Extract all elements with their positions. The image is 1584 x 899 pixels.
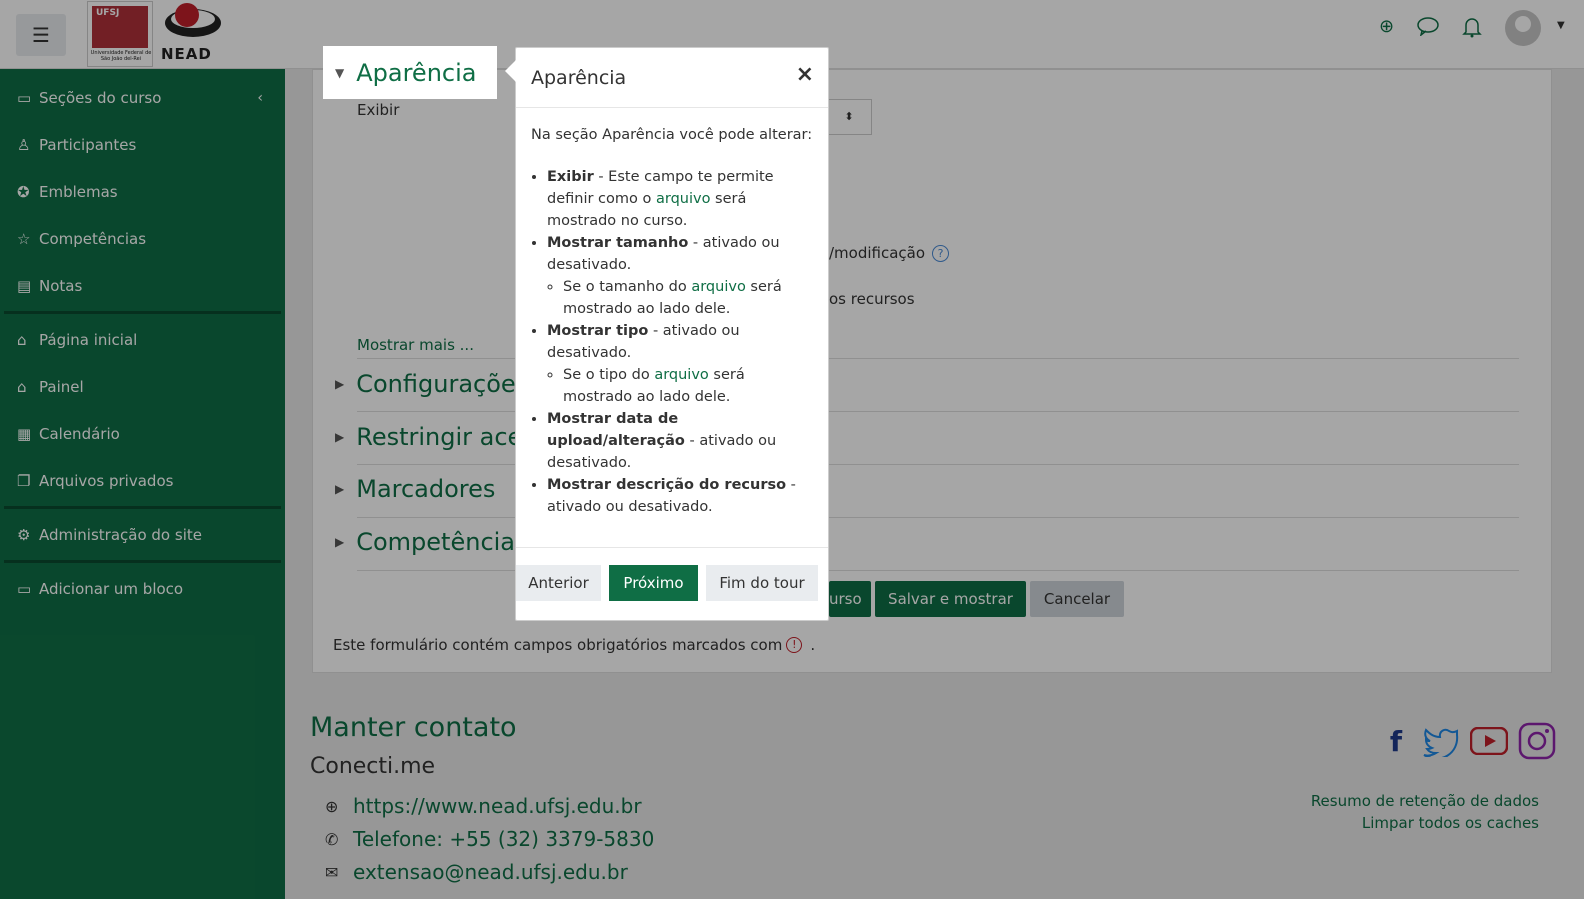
tour-popover: Aparência × Na seção Aparência você pode… bbox=[505, 47, 829, 621]
tour-next-button[interactable]: Próximo bbox=[609, 565, 698, 601]
arquivo-link[interactable]: arquivo bbox=[656, 191, 710, 207]
tour-list: Exibir - Este campo te permite definir c… bbox=[547, 166, 813, 518]
item-bold: Mostrar tipo bbox=[547, 323, 649, 339]
list-item: Exibir - Este campo te permite definir c… bbox=[547, 166, 813, 232]
list-item: Mostrar tamanho - ativado ou desativado.… bbox=[547, 232, 813, 320]
close-icon[interactable]: × bbox=[796, 62, 814, 87]
tour-intro: Na seção Aparência você pode alterar: bbox=[531, 127, 813, 143]
tour-title: Aparência bbox=[531, 66, 627, 89]
list-item: Se o tipo do arquivo será mostrado ao la… bbox=[563, 364, 813, 408]
tour-body: Na seção Aparência você pode alterar: Ex… bbox=[516, 108, 828, 548]
section-aparencia-title: Aparência bbox=[356, 58, 477, 87]
item-bold: Mostrar tamanho bbox=[547, 235, 689, 251]
item-text: Se o tipo do bbox=[563, 367, 655, 383]
chevron-down-icon: ▼ bbox=[335, 65, 345, 80]
item-bold: Mostrar data de upload/alteração bbox=[547, 411, 685, 449]
item-bold: Mostrar descrição do recurso bbox=[547, 477, 787, 493]
list-item: Mostrar descrição do recurso - ativado o… bbox=[547, 474, 813, 518]
item-text: Se o tamanho do bbox=[563, 279, 692, 295]
arquivo-link[interactable]: arquivo bbox=[654, 367, 708, 383]
section-aparencia-highlight[interactable]: ▼ Aparência bbox=[323, 46, 497, 99]
tour-header: Aparência × bbox=[516, 48, 828, 108]
list-item: Mostrar tipo - ativado ou desativado. Se… bbox=[547, 320, 813, 408]
list-item: Se o tamanho do arquivo será mostrado ao… bbox=[563, 276, 813, 320]
tour-end-button[interactable]: Fim do tour bbox=[706, 565, 818, 601]
tour-previous-button[interactable]: Anterior bbox=[516, 565, 601, 601]
tour-footer: Anterior Próximo Fim do tour bbox=[516, 548, 828, 620]
arquivo-link[interactable]: arquivo bbox=[691, 279, 745, 295]
list-item: Mostrar data de upload/alteração - ativa… bbox=[547, 408, 813, 474]
item-bold: Exibir bbox=[547, 169, 594, 185]
